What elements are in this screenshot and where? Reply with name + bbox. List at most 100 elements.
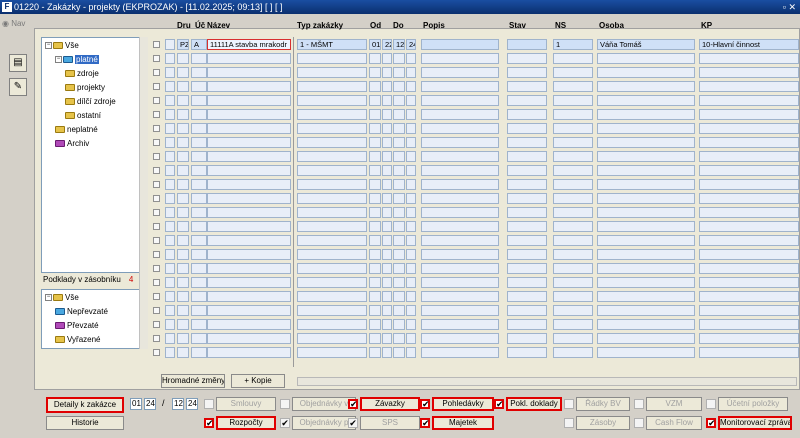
grid-cell-do-m[interactable] bbox=[393, 123, 405, 134]
row-select-checkbox[interactable] bbox=[153, 335, 160, 342]
eraser-icon[interactable]: ✎ bbox=[9, 78, 27, 96]
option-checkbox[interactable] bbox=[706, 399, 716, 409]
grid-cell-kp[interactable]: 10-Hlavní činnost bbox=[699, 39, 799, 50]
grid-cell-ns[interactable] bbox=[553, 165, 593, 176]
grid-cell-dru[interactable] bbox=[177, 249, 189, 260]
grid-cell-popis[interactable] bbox=[421, 277, 499, 288]
grid-cell-uc[interactable] bbox=[191, 305, 207, 316]
grid-cell-stav[interactable] bbox=[507, 179, 547, 190]
grid-cell-dru[interactable] bbox=[177, 277, 189, 288]
option-checkbox[interactable] bbox=[204, 399, 214, 409]
grid-cell-kp[interactable] bbox=[699, 277, 799, 288]
row-indicator-cell[interactable] bbox=[165, 263, 175, 274]
option-button[interactable]: Řádky BV bbox=[576, 397, 630, 411]
row-select-checkbox[interactable] bbox=[153, 139, 160, 146]
grid-cell-stav[interactable] bbox=[507, 347, 547, 358]
grid-cell-uc[interactable] bbox=[191, 179, 207, 190]
grid-cell-nazev[interactable] bbox=[207, 305, 291, 316]
grid-cell-do-y[interactable] bbox=[406, 151, 416, 162]
grid-cell-od-y[interactable] bbox=[382, 53, 392, 64]
option-checkbox[interactable]: ✔ bbox=[420, 418, 430, 428]
grid-cell-do-m[interactable] bbox=[393, 263, 405, 274]
grid-cell-uc[interactable] bbox=[191, 333, 207, 344]
row-indicator-cell[interactable] bbox=[165, 81, 175, 92]
grid-cell-nazev[interactable] bbox=[207, 123, 291, 134]
grid-cell-ns[interactable] bbox=[553, 67, 593, 78]
option-button[interactable]: Zásoby bbox=[576, 416, 630, 430]
row-select-checkbox[interactable] bbox=[153, 265, 160, 272]
grid-cell-do-m[interactable] bbox=[393, 95, 405, 106]
grid-cell-kp[interactable] bbox=[699, 305, 799, 316]
grid-cell-uc[interactable] bbox=[191, 263, 207, 274]
row-indicator-cell[interactable] bbox=[165, 165, 175, 176]
grid-cell-stav[interactable] bbox=[507, 319, 547, 330]
history-button[interactable]: Historie bbox=[46, 416, 124, 430]
grid-cell-typ[interactable] bbox=[297, 221, 367, 232]
grid-cell-osoba[interactable] bbox=[597, 95, 695, 106]
grid-cell-ns[interactable] bbox=[553, 291, 593, 302]
grid-cell-osoba[interactable] bbox=[597, 151, 695, 162]
grid-cell-dru[interactable] bbox=[177, 207, 189, 218]
grid-cell-od-y[interactable] bbox=[382, 95, 392, 106]
grid-cell-typ[interactable] bbox=[297, 165, 367, 176]
row-select-checkbox[interactable] bbox=[153, 83, 160, 90]
grid-cell-dru[interactable] bbox=[177, 193, 189, 204]
grid-cell-nazev[interactable] bbox=[207, 221, 291, 232]
row-indicator-cell[interactable] bbox=[165, 39, 175, 50]
option-button[interactable]: Pohledávky bbox=[432, 397, 494, 411]
grid-cell-osoba[interactable] bbox=[597, 319, 695, 330]
grid-vertical-scrollbar[interactable] bbox=[139, 37, 148, 349]
grid-cell-od-y[interactable] bbox=[382, 347, 392, 358]
grid-cell-popis[interactable] bbox=[421, 123, 499, 134]
grid-cell-stav[interactable] bbox=[507, 221, 547, 232]
row-indicator-cell[interactable] bbox=[165, 109, 175, 120]
grid-cell-typ[interactable] bbox=[297, 291, 367, 302]
grid-cell-nazev[interactable] bbox=[207, 347, 291, 358]
grid-cell-stav[interactable] bbox=[507, 235, 547, 246]
grid-cell-nazev[interactable]: 11111A stavba mrakodr bbox=[207, 39, 291, 50]
grid-cell-od-m[interactable] bbox=[369, 305, 381, 316]
grid-cell-ns[interactable] bbox=[553, 179, 593, 190]
grid-cell-do-m[interactable] bbox=[393, 249, 405, 260]
row-indicator-cell[interactable] bbox=[165, 95, 175, 106]
grid-cell-stav[interactable] bbox=[507, 137, 547, 148]
grid-cell-ns[interactable] bbox=[553, 193, 593, 204]
grid-cell-nazev[interactable] bbox=[207, 277, 291, 288]
row-select-checkbox[interactable] bbox=[153, 321, 160, 328]
grid-cell-kp[interactable] bbox=[699, 249, 799, 260]
grid-cell-od-y[interactable] bbox=[382, 235, 392, 246]
grid-cell-popis[interactable] bbox=[421, 347, 499, 358]
grid-cell-ns[interactable] bbox=[553, 277, 593, 288]
row-indicator-cell[interactable] bbox=[165, 207, 175, 218]
grid-cell-typ[interactable] bbox=[297, 319, 367, 330]
grid-cell-od-y[interactable] bbox=[382, 277, 392, 288]
grid-cell-stav[interactable] bbox=[507, 249, 547, 260]
grid-cell-dru[interactable] bbox=[177, 123, 189, 134]
grid-cell-do-m[interactable]: 12 bbox=[393, 39, 405, 50]
collapse-icon[interactable]: − bbox=[55, 56, 62, 64]
option-checkbox[interactable]: ✔ bbox=[280, 418, 290, 428]
grid-cell-nazev[interactable] bbox=[207, 95, 291, 106]
option-checkbox[interactable]: ✔ bbox=[420, 399, 430, 409]
row-select-checkbox[interactable] bbox=[153, 307, 160, 314]
window-controls[interactable]: ▫ ✕ bbox=[783, 0, 796, 14]
grid-cell-od-m[interactable]: 01 bbox=[369, 39, 381, 50]
grid-cell-do-y[interactable] bbox=[406, 305, 416, 316]
grid-cell-typ[interactable] bbox=[297, 207, 367, 218]
grid-cell-ns[interactable] bbox=[553, 137, 593, 148]
option-checkbox[interactable]: ✔ bbox=[348, 418, 358, 428]
column-header[interactable]: Typ zakázky bbox=[297, 20, 367, 32]
grid-cell-od-m[interactable] bbox=[369, 123, 381, 134]
grid-cell-popis[interactable] bbox=[421, 39, 499, 50]
grid-cell-do-y[interactable] bbox=[406, 347, 416, 358]
grid-cell-dru[interactable] bbox=[177, 347, 189, 358]
grid-cell-do-y[interactable]: 24 bbox=[406, 39, 416, 50]
grid-cell-do-y[interactable] bbox=[406, 221, 416, 232]
grid-cell-kp[interactable] bbox=[699, 235, 799, 246]
grid-cell-od-m[interactable] bbox=[369, 53, 381, 64]
grid-cell-dru[interactable] bbox=[177, 165, 189, 176]
grid-cell-osoba[interactable] bbox=[597, 263, 695, 274]
grid-cell-ns[interactable] bbox=[553, 95, 593, 106]
grid-cell-typ[interactable] bbox=[297, 193, 367, 204]
row-select-checkbox[interactable] bbox=[153, 181, 160, 188]
